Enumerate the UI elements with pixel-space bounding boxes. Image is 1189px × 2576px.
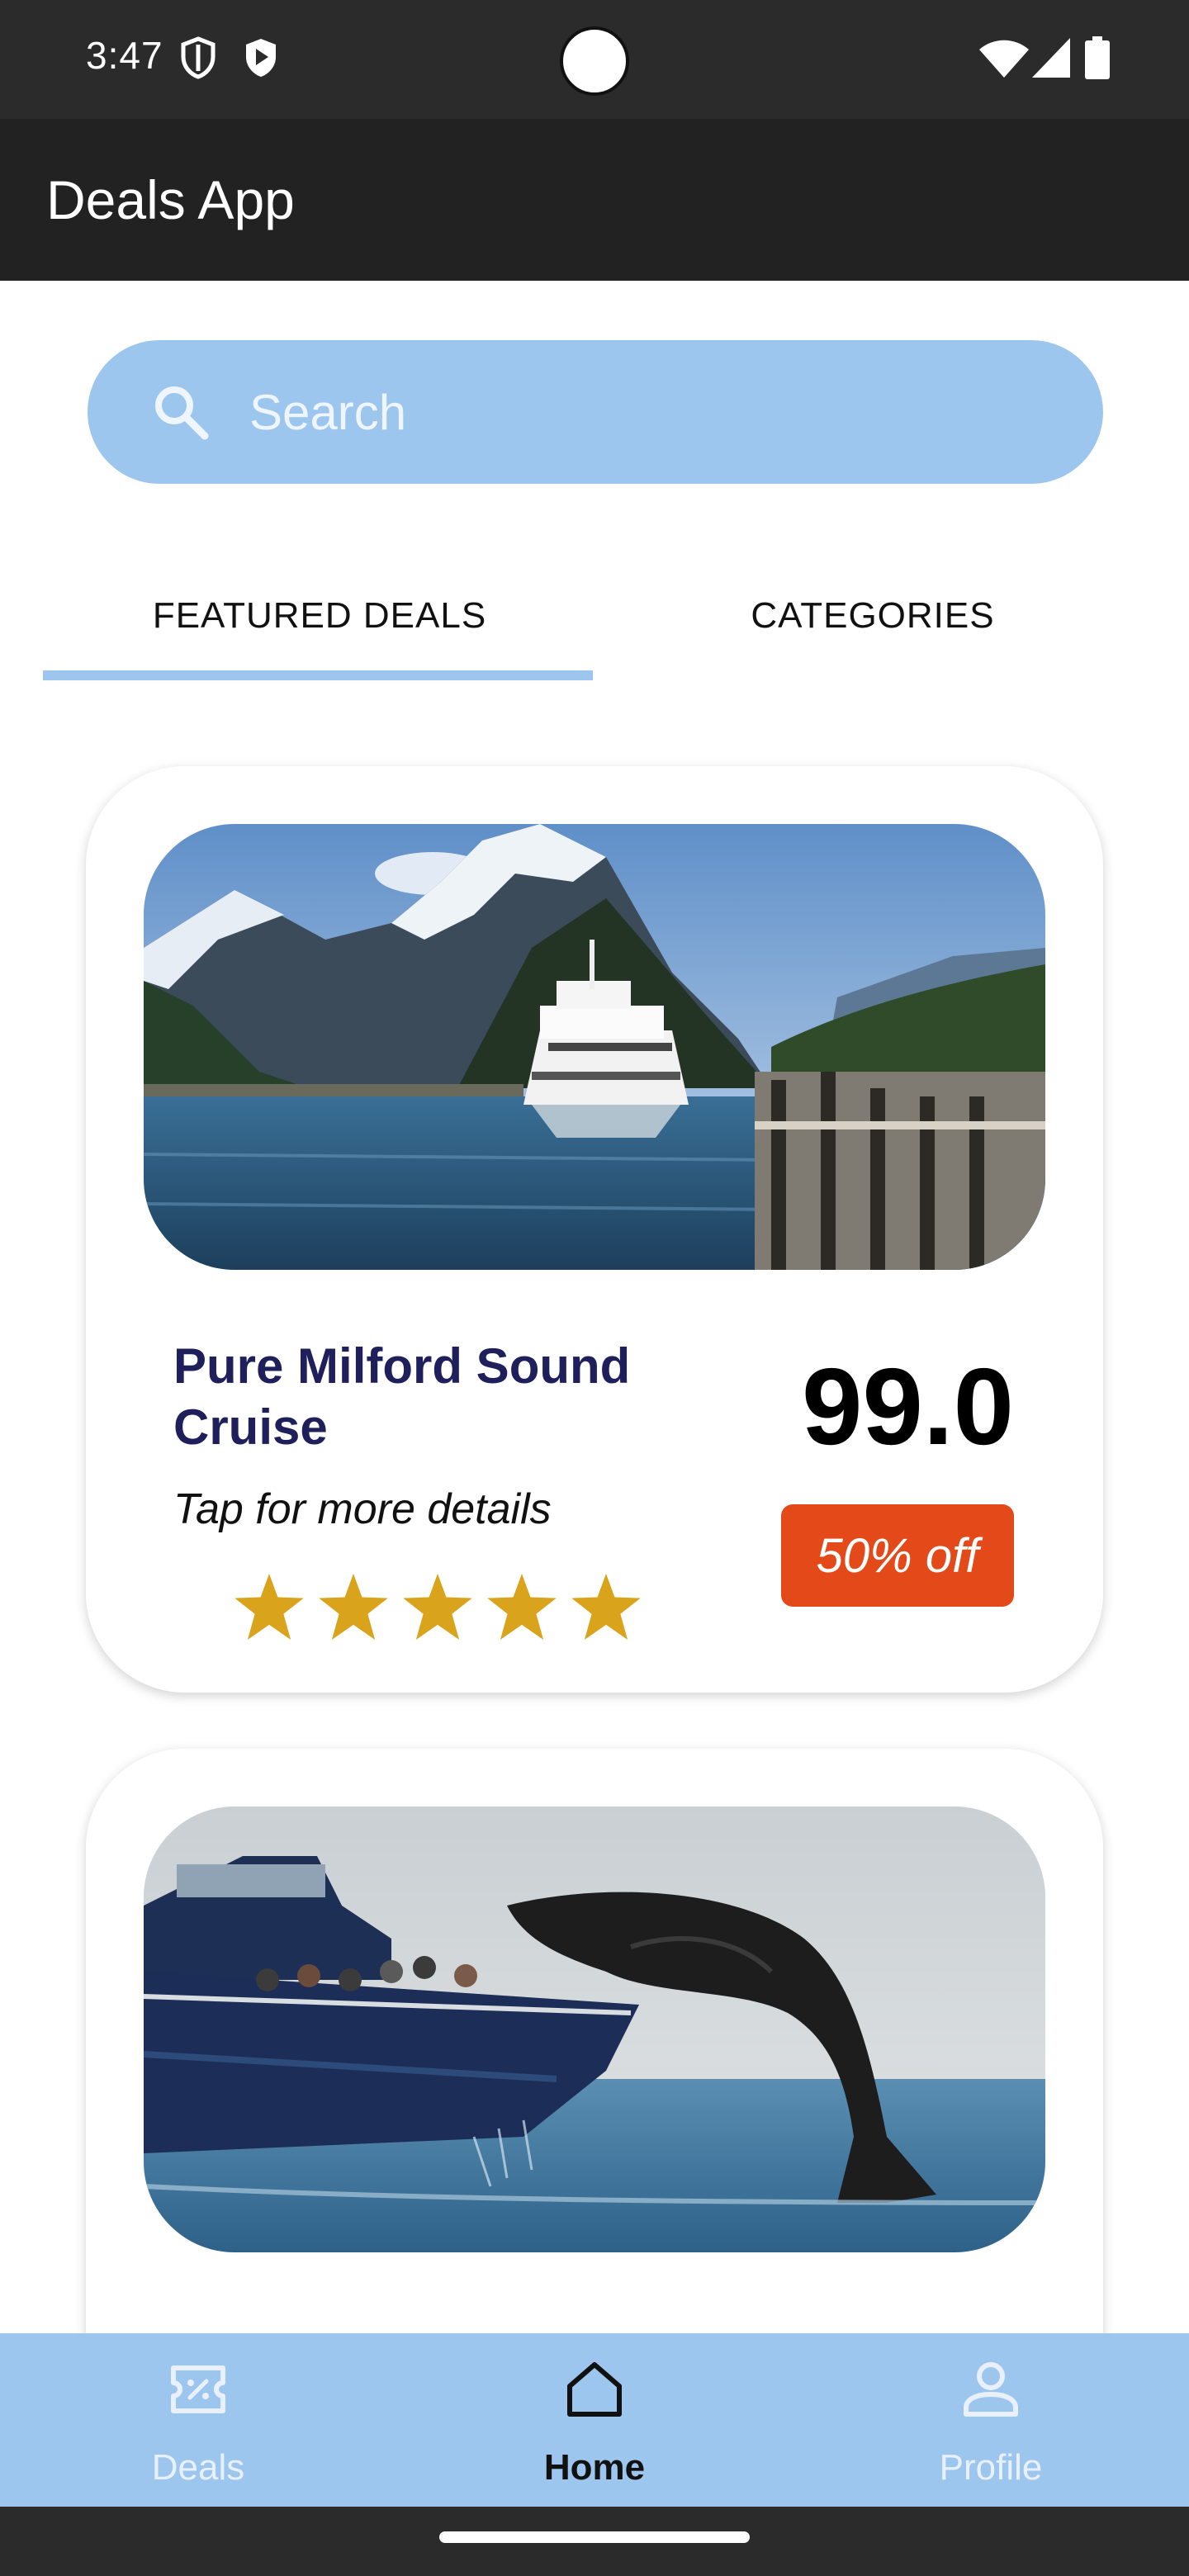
nav-label-profile: Profile xyxy=(939,2447,1043,2488)
star-icon xyxy=(319,1574,388,1640)
whale-watching-photo xyxy=(144,1807,1045,2252)
search-bar[interactable] xyxy=(88,340,1103,484)
nav-item-deals[interactable]: Deals xyxy=(0,2333,396,2507)
home-icon xyxy=(567,2362,622,2417)
star-icon xyxy=(487,1574,557,1640)
battery-icon xyxy=(1085,36,1110,79)
status-bar: 3:47 xyxy=(0,0,1189,119)
app-bar: Deals App xyxy=(0,119,1189,281)
bottom-navigation: Deals Home Profile xyxy=(0,2333,1189,2507)
tab-selected-indicator xyxy=(43,670,593,680)
shield-icon xyxy=(181,36,216,79)
home-indicator[interactable] xyxy=(439,2531,750,2543)
tab-featured-deals[interactable]: FEATURED DEALS xyxy=(43,561,596,670)
deal-tabs: FEATURED DEALS CATEGORIES xyxy=(43,561,1149,680)
nav-item-home[interactable]: Home xyxy=(396,2333,793,2507)
deal-price: 99.0 xyxy=(802,1346,1014,1467)
discount-badge: 50% off xyxy=(781,1504,1014,1607)
phone-screen: 3:47 Deals App Search FEATURED DEALS CAT… xyxy=(0,0,1189,2576)
status-time: 3:47 xyxy=(86,34,163,77)
signal-icon xyxy=(1032,38,1070,78)
star-icon xyxy=(403,1574,472,1640)
person-icon xyxy=(964,2362,1018,2417)
search-input[interactable] xyxy=(249,340,1059,484)
nav-label-deals: Deals xyxy=(151,2447,245,2488)
star-icon xyxy=(571,1574,641,1640)
deal-subtitle: Tap for more details xyxy=(173,1485,552,1533)
wifi-icon xyxy=(979,40,1029,78)
tab-categories[interactable]: CATEGORIES xyxy=(596,561,1149,670)
deal-ticket-icon xyxy=(171,2365,225,2413)
deal-card[interactable]: Pure Milford Sound Cruise Tap for more d… xyxy=(86,766,1103,1693)
play-shield-icon xyxy=(246,39,276,77)
nav-item-profile[interactable]: Profile xyxy=(793,2333,1189,2507)
front-camera xyxy=(560,26,629,96)
nav-label-home: Home xyxy=(543,2447,646,2488)
app-title: Deals App xyxy=(46,169,295,230)
gesture-navigation-bar xyxy=(0,2507,1189,2576)
deal-title: Pure Milford Sound Cruise xyxy=(173,1338,631,1455)
search-icon xyxy=(155,386,209,440)
star-icon xyxy=(234,1574,304,1640)
deal-card[interactable] xyxy=(86,1749,1103,2333)
milford-sound-cruise-photo xyxy=(144,824,1045,1270)
star-rating xyxy=(234,1574,664,1656)
main-content[interactable]: FEATURED DEALS CATEGORIES xyxy=(0,281,1189,2333)
